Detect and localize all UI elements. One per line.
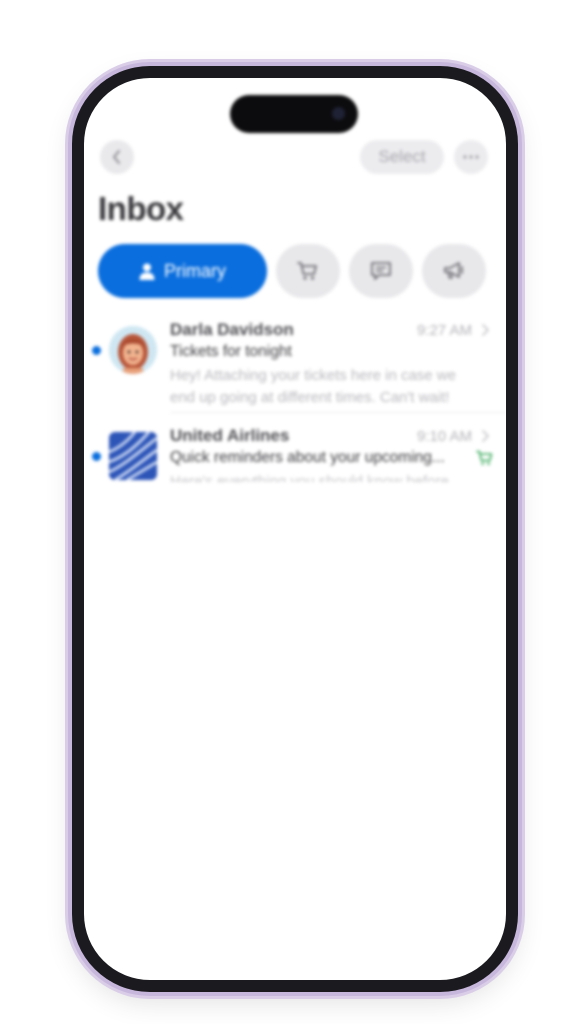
sender-name: Darla Davidson <box>170 320 294 339</box>
screen-content: Select Inbox Primary Darla Davidson 9:27… <box>84 78 506 980</box>
avatar <box>109 326 157 374</box>
dynamic-island <box>230 95 358 133</box>
message-icon <box>371 262 391 280</box>
cart-icon <box>476 450 493 465</box>
select-button[interactable]: Select <box>360 140 444 174</box>
tab-updates[interactable] <box>349 244 413 298</box>
row-divider <box>170 412 506 413</box>
phone-frame: Select Inbox Primary Darla Davidson 9:27… <box>72 66 518 992</box>
chevron-right-icon <box>482 430 489 442</box>
unread-indicator <box>92 452 101 461</box>
sender-name: United Airlines <box>170 426 290 445</box>
message-subject: Tickets for tonight <box>170 343 292 360</box>
camera-icon <box>332 107 345 120</box>
memoji-avatar-icon <box>109 326 157 374</box>
chevron-left-icon <box>113 150 120 164</box>
tab-primary[interactable]: Primary <box>98 244 267 298</box>
phone-screen: Select Inbox Primary Darla Davidson 9:27… <box>84 78 506 980</box>
cart-icon <box>297 262 317 280</box>
united-globe-logo-icon <box>109 432 157 480</box>
chevron-right-icon <box>482 324 489 336</box>
tab-promotions[interactable] <box>422 244 486 298</box>
person-icon <box>139 263 155 280</box>
avatar <box>109 432 157 480</box>
message-preview: Hey! Attaching your tickets here in case… <box>170 367 456 406</box>
tab-primary-label: Primary <box>164 260 226 281</box>
ellipsis-icon <box>463 155 479 159</box>
unread-indicator <box>92 346 101 355</box>
message-time: 9:10 AM <box>416 428 472 445</box>
message-time: 9:27 AM <box>416 322 472 339</box>
message-subject: Quick reminders about your upcoming... <box>170 449 445 466</box>
stage: Select Inbox Primary Darla Davidson 9:27… <box>0 0 565 1024</box>
tab-transactions[interactable] <box>276 244 340 298</box>
back-button[interactable] <box>100 140 134 174</box>
more-button[interactable] <box>454 140 488 174</box>
message-preview: Here's everything you should know before… <box>170 473 449 482</box>
megaphone-icon <box>444 262 463 279</box>
page-title: Inbox <box>98 190 184 227</box>
